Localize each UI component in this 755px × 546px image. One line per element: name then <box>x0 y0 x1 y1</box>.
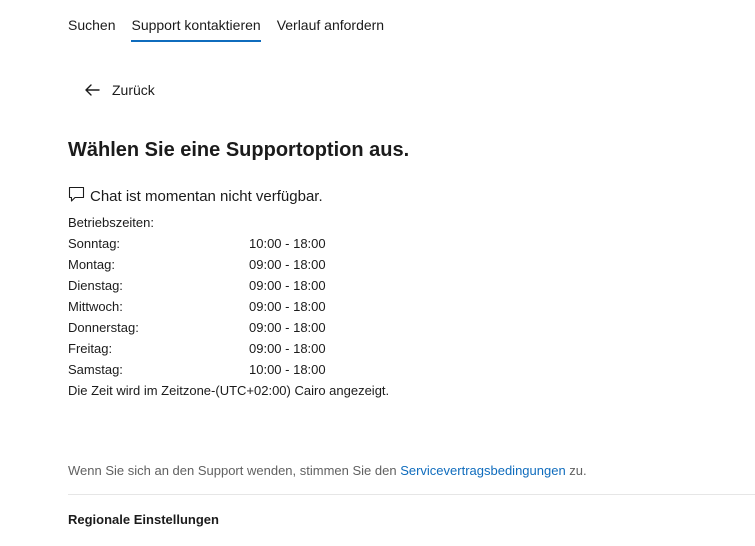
hours-time: 09:00 - 18:00 <box>249 320 326 335</box>
business-hours-heading: Betriebszeiten: <box>68 215 154 230</box>
hours-row: Donnerstag: 09:00 - 18:00 <box>68 317 389 338</box>
hours-row: Montag: 09:00 - 18:00 <box>68 254 389 275</box>
chat-status-text: Chat ist momentan nicht verfügbar. <box>90 188 323 205</box>
hours-row: Freitag: 09:00 - 18:00 <box>68 338 389 359</box>
hours-time: 09:00 - 18:00 <box>249 278 326 293</box>
divider <box>68 494 755 495</box>
agreement-suffix: zu. <box>565 463 587 478</box>
hours-day: Freitag: <box>68 341 113 356</box>
hours-row: Sonntag: 10:00 - 18:00 <box>68 233 389 254</box>
arrow-left-icon <box>84 82 100 98</box>
hours-day: Mittwoch: <box>68 299 123 314</box>
hours-time: 10:00 - 18:00 <box>249 236 326 251</box>
hours-day: Dienstag: <box>68 278 123 293</box>
hours-row: Mittwoch: 09:00 - 18:00 <box>68 296 389 317</box>
regional-settings-heading[interactable]: Regionale Einstellungen <box>68 511 219 529</box>
hours-time: 10:00 - 18:00 <box>249 362 326 377</box>
page-title: Wählen Sie eine Supportoption aus. <box>68 139 410 161</box>
back-button[interactable]: Zurück <box>84 81 155 99</box>
hours-row: Dienstag: 09:00 - 18:00 <box>68 275 389 296</box>
hours-day: Samstag: <box>68 362 123 377</box>
service-agreement-link[interactable]: Servicevertragsbedingungen <box>400 463 566 478</box>
service-agreement-notice: Wenn Sie sich an den Support wenden, sti… <box>68 462 587 480</box>
agreement-prefix: Wenn Sie sich an den Support wenden, sti… <box>68 463 401 478</box>
hours-day: Montag: <box>68 257 115 272</box>
page: Suchen Support kontaktieren Verlauf anfo… <box>0 0 755 546</box>
tab-support-kontaktieren[interactable]: Support kontaktieren <box>131 16 261 42</box>
hours-time: 09:00 - 18:00 <box>249 341 326 356</box>
hours-day: Sonntag: <box>68 236 121 251</box>
back-label: Zurück <box>112 82 155 98</box>
hours-time: 09:00 - 18:00 <box>249 257 326 272</box>
chat-status: Chat ist momentan nicht verfügbar. <box>68 186 323 208</box>
business-hours: Betriebszeiten: Sonntag: 10:00 - 18:00 M… <box>68 212 389 401</box>
chat-bubble-icon <box>68 186 85 208</box>
timezone-note: Die Zeit wird im Zeitzone-(UTC+02:00) Ca… <box>68 383 390 398</box>
tab-verlauf-anfordern[interactable]: Verlauf anfordern <box>277 16 384 42</box>
tab-bar: Suchen Support kontaktieren Verlauf anfo… <box>68 16 384 42</box>
tab-suchen[interactable]: Suchen <box>68 16 115 42</box>
hours-row: Samstag: 10:00 - 18:00 <box>68 359 389 380</box>
hours-time: 09:00 - 18:00 <box>249 299 326 314</box>
hours-day: Donnerstag: <box>68 320 139 335</box>
